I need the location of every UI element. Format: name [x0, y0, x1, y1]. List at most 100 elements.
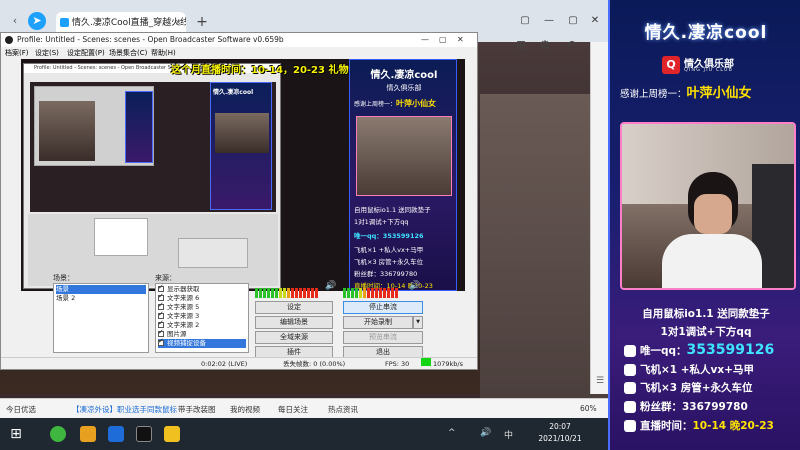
obs-minimize-icon[interactable]: —: [421, 33, 429, 47]
obs-close-icon[interactable]: ✕: [457, 33, 464, 47]
desktop-volume-icon[interactable]: 🔊: [325, 281, 336, 291]
gear-icon[interactable]: ⚙: [536, 36, 554, 54]
browser-window: ‹ ➤ 情久.凄凉Cool直播_穿越火线直 × + ▢ — ▢ ✕ ⊞ ⚙ ↶ …: [0, 0, 608, 418]
global-sources-button[interactable]: 全域来源: [255, 331, 333, 344]
obs-app-icon: [5, 36, 13, 44]
preview-promo2: 1对1调试+下方qq: [354, 218, 409, 226]
edit-scene-button[interactable]: 编辑场景: [255, 316, 333, 329]
fans-row: 粉丝群：336799780: [624, 399, 800, 414]
app-browser-icon[interactable]: [108, 426, 124, 442]
obs-maximize-icon[interactable]: ▢: [439, 33, 447, 47]
record-dropdown-icon[interactable]: ▼: [413, 316, 423, 329]
desktop-volume-meter[interactable]: [255, 283, 319, 298]
qq-value: 353599126: [686, 342, 775, 358]
obs-menubar: 档案(F) 设定(S) 设定配置(P) 场景集合(C) 帮助(H): [1, 47, 477, 59]
mic-volume-meter[interactable]: [343, 283, 399, 298]
fans-label: 粉丝群：: [640, 401, 682, 413]
new-tab-button[interactable]: +: [193, 12, 211, 32]
thanks-label: 感谢上周榜一：: [620, 89, 687, 100]
club-logo: Q 情久俱乐部 QING JIU CLUB: [662, 54, 752, 76]
start-record-button[interactable]: 开始录制: [343, 316, 413, 329]
source-item[interactable]: 显示器获取: [158, 283, 200, 294]
source-item[interactable]: 视频捕捉设备: [158, 337, 246, 348]
nested-inner-overlay: [125, 91, 153, 163]
preview-club-name: 情久俱乐部: [386, 84, 422, 92]
fans-value: 336799780: [682, 401, 748, 413]
screen: ‹ ➤ 情久.凄凉Cool直播_穿越火线直 × + ▢ — ▢ ✕ ⊞ ⚙ ↶ …: [0, 0, 800, 450]
statusbar-link[interactable]: 我的视频: [230, 404, 260, 415]
maximize-icon[interactable]: ▢: [566, 14, 580, 28]
checkbox-icon[interactable]: [158, 337, 164, 346]
bitrate-readout: 1079kb/s: [433, 360, 464, 368]
statusbar-link[interactable]: 带手改装图: [178, 404, 216, 415]
scenes-list[interactable]: 场景 场景 2: [53, 283, 149, 353]
preview-stream-button[interactable]: 预览串流: [343, 331, 423, 344]
tab-title: 情久.凄凉Cool直播_穿越火线直: [72, 18, 186, 28]
statusbar-link[interactable]: 今日优选: [6, 404, 36, 415]
menu-profiles[interactable]: 设定配置(P): [67, 47, 105, 59]
top-supporter: 感谢上周榜一：叶萍小仙女: [620, 82, 800, 101]
stop-stream-button[interactable]: 停止串流: [343, 301, 423, 314]
obs-preview: Profile: Untitled - Scenes: scenes - Ope…: [21, 59, 465, 291]
statusbar-link[interactable]: 每日关注: [278, 404, 308, 415]
nested-overlay: 情久.凄凉cool: [210, 82, 272, 210]
preview-fly1: 飞机×1 +私人vx+马甲: [354, 246, 424, 254]
windows-start-icon[interactable]: ⊞: [8, 426, 24, 442]
sidebar-list-icon[interactable]: ☰: [594, 376, 606, 388]
tray-expand-icon[interactable]: ^: [448, 428, 456, 438]
webcam-feed: [620, 122, 796, 290]
sources-list[interactable]: 显示器获取 文字来源 6 文字来源 5 文字来源 3 文字来源 2 图片源 视频…: [155, 283, 249, 353]
source-item[interactable]: 文字来源 2: [158, 319, 199, 330]
minimize-icon[interactable]: —: [542, 14, 556, 28]
ime-indicator[interactable]: 中: [504, 428, 513, 441]
plane-x3-text: 飞机×3 房管+永久车位: [640, 382, 753, 394]
tab-close-icon[interactable]: ×: [174, 12, 182, 34]
app-yellow-icon[interactable]: [164, 426, 180, 442]
nested-preview-window: Profile: Untitled - Scenes: scenes - Ope…: [23, 63, 281, 289]
browser-logo-icon[interactable]: ➤: [28, 12, 46, 30]
statusbar-link[interactable]: 热点资讯: [328, 404, 358, 415]
plane-icon: [624, 364, 636, 376]
nested-source-list: [94, 218, 148, 256]
menu-file[interactable]: 档案(F): [5, 47, 29, 59]
settings-button[interactable]: 设定: [255, 301, 333, 314]
taskbar-clock[interactable]: 20:07 2021/10/21: [530, 421, 590, 445]
source-item[interactable]: 文字来源 6: [158, 292, 199, 303]
source-item[interactable]: 文字来源 3: [158, 310, 199, 321]
mic-volume-icon[interactable]: 🔊: [409, 281, 420, 291]
scene-item[interactable]: 场景: [56, 285, 146, 294]
webcam-person-face: [694, 194, 732, 234]
scene-item[interactable]: 场景 2: [56, 294, 146, 303]
volume-icon[interactable]: 🔊: [480, 428, 491, 438]
streamer-title: 情久.凄凉cool: [644, 23, 768, 43]
dropped-frames: 丢失帧数: 0 (0.00%): [283, 360, 346, 368]
statusbar-link[interactable]: 【凑凉外设】职业选手同款鼠标: [72, 404, 177, 415]
clock-date: 2021/10/21: [538, 434, 582, 443]
fps-readout: FPS: 30: [385, 360, 410, 368]
zoom-level[interactable]: 60%: [580, 404, 597, 413]
obs-titlebar: Profile: Untitled - Scenes: scenes - Ope…: [1, 33, 477, 47]
promo-line-1: 自用鼠标io1.1 送同款垫子: [642, 308, 770, 320]
grid-icon[interactable]: ⊞: [512, 36, 530, 54]
app-obs-icon[interactable]: [136, 426, 152, 442]
plane-x1-row: 飞机×1 +私人vx+马甲: [624, 362, 800, 377]
promo-line-2: 1对1调试+下方qq: [660, 326, 752, 338]
nested-buttons: [178, 238, 248, 268]
app-game-icon[interactable]: [80, 426, 96, 442]
nested-overlay-title: 情久.凄凉cool: [213, 89, 254, 96]
menu-scene-collection[interactable]: 场景集合(C): [109, 47, 147, 59]
tab-favicon-icon: [60, 18, 69, 27]
browser-tab[interactable]: 情久.凄凉Cool直播_穿越火线直 ×: [56, 12, 186, 34]
close-icon[interactable]: ✕: [588, 14, 602, 28]
page-side-image: [480, 94, 608, 414]
menu-settings[interactable]: 设定(S): [35, 47, 59, 59]
scenes-label: 场景：: [53, 274, 74, 282]
undo-icon[interactable]: ↶: [562, 36, 580, 54]
source-item[interactable]: 文字来源 5: [158, 301, 199, 312]
restore-icon[interactable]: ▢: [518, 14, 532, 28]
app-360-icon[interactable]: [50, 426, 66, 442]
taskbar: ⊞ ^ 🔊 中 20:07 2021/10/21: [0, 418, 608, 450]
preview-qq: 唯一qq：353599126: [354, 232, 424, 240]
menu-help[interactable]: 帮助(H): [151, 47, 176, 59]
back-icon[interactable]: ‹: [6, 12, 24, 30]
